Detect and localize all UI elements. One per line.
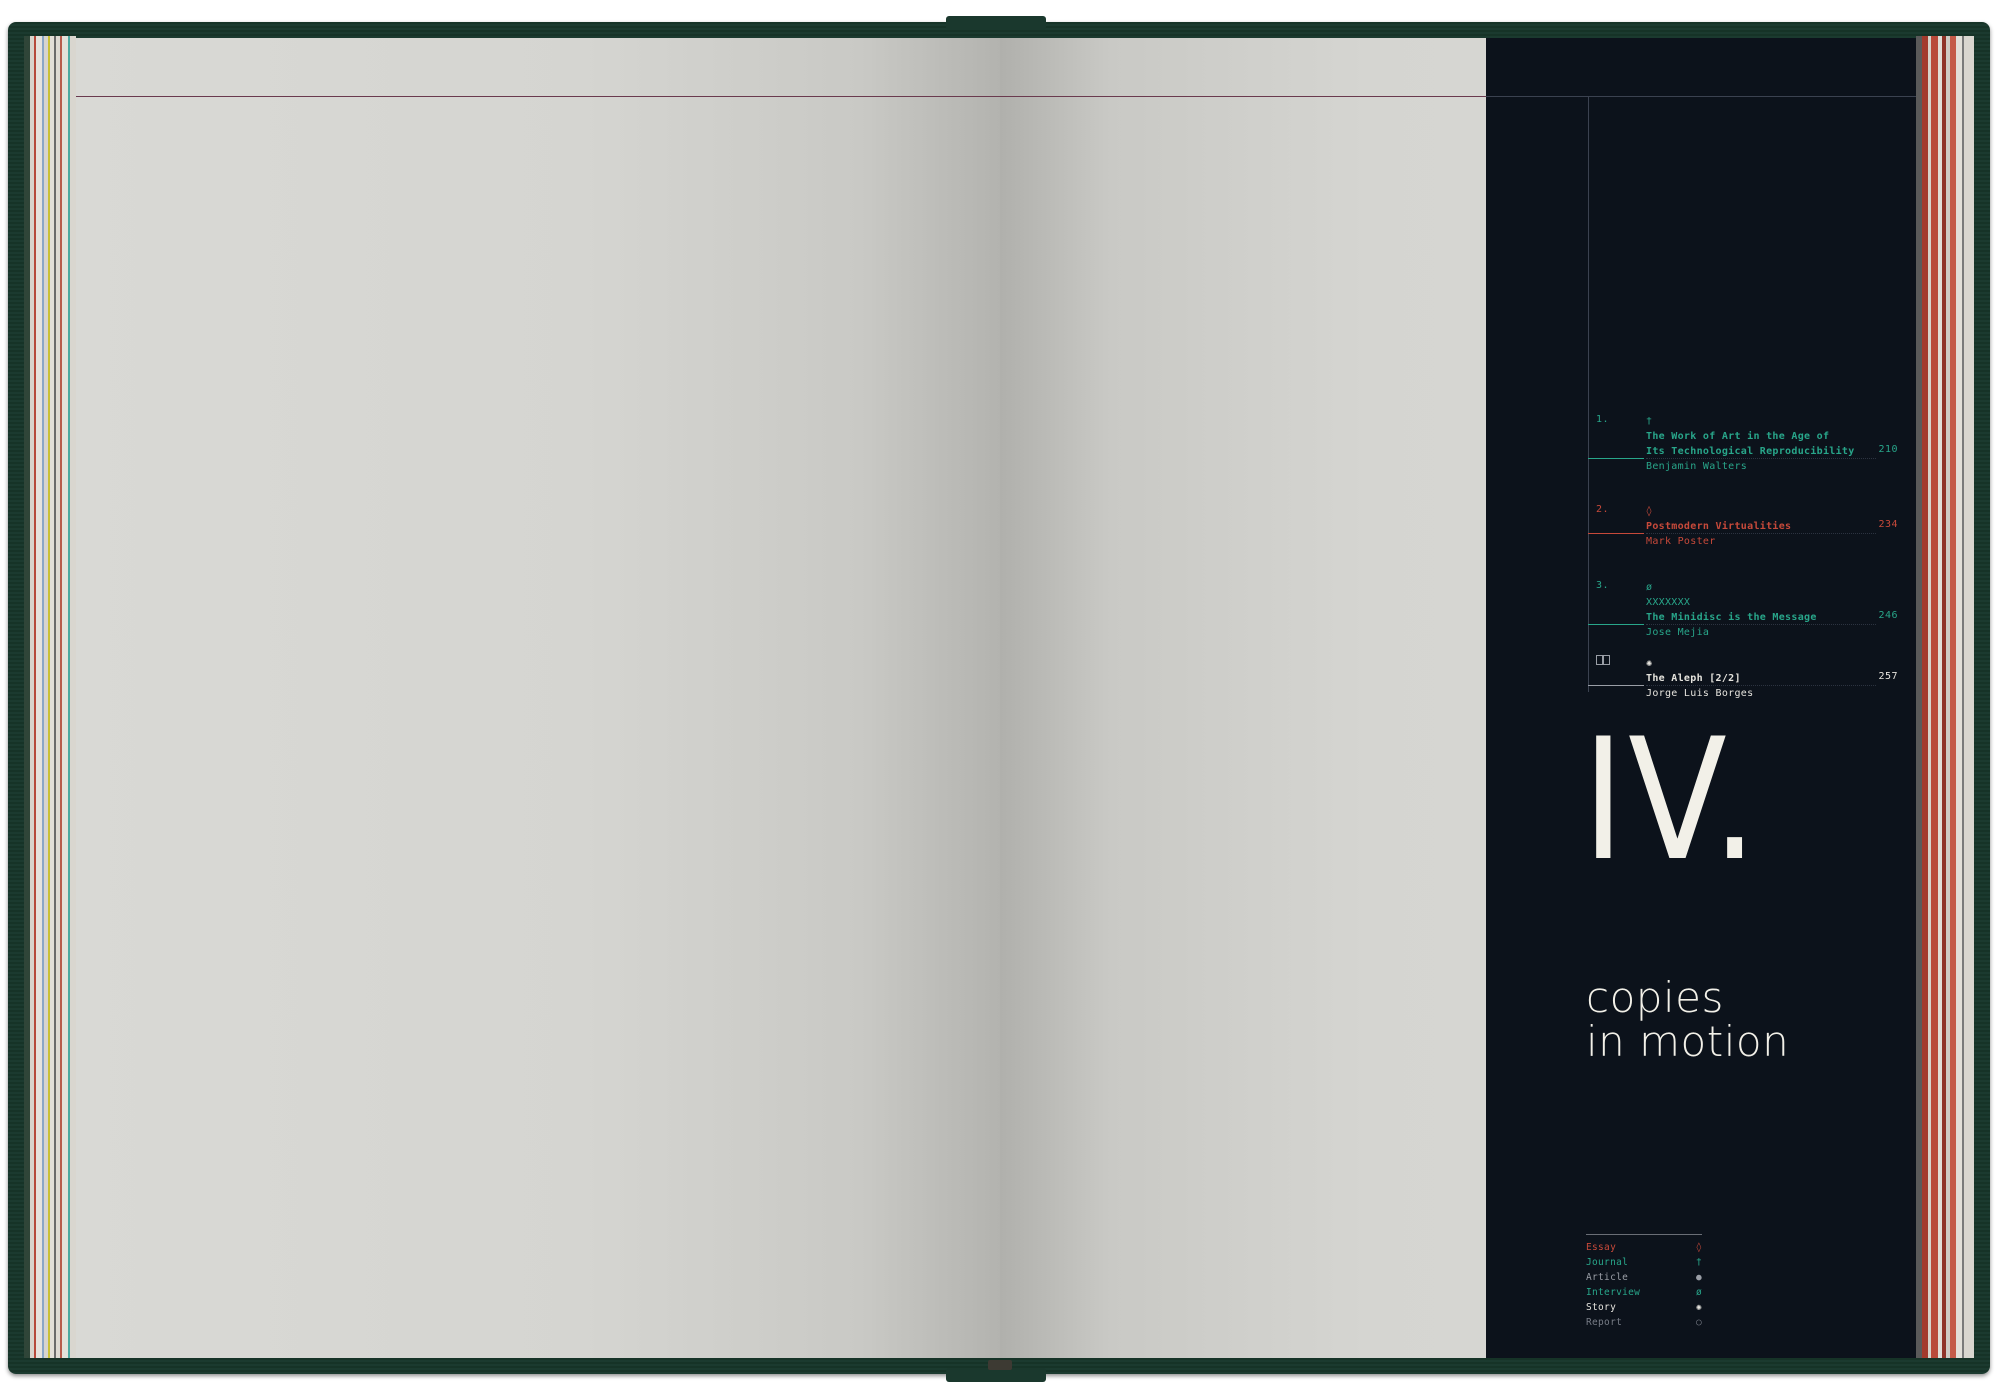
toc-entry-1[interactable]: 1. † The Work of Art in the Age of Its T…	[1588, 414, 1898, 488]
legend-item-article: Article ●	[1586, 1272, 1702, 1286]
toc-entry-page: 210	[1878, 444, 1898, 455]
toc-entry-text: † The Work of Art in the Age of Its Tech…	[1646, 414, 1856, 474]
legend-label: Story	[1586, 1302, 1617, 1313]
toc-entry-marker	[1588, 533, 1644, 534]
toc-entry-4[interactable]: ✺ The Aleph [2/2] Jorge Luis Borges 257	[1588, 655, 1898, 701]
right-page: 1. † The Work of Art in the Age of Its T…	[1000, 38, 1916, 1358]
diamond-icon: ◊	[1695, 1242, 1702, 1253]
toc-entry-marker	[1588, 624, 1644, 625]
toc-entry-title-line: The Work of Art in the Age of	[1646, 431, 1830, 442]
legend-item-interview: Interview ø	[1586, 1287, 1702, 1301]
open-book-icon	[1596, 655, 1610, 668]
toc-entry-page: 257	[1878, 671, 1898, 682]
toc-entry-author: Mark Poster	[1646, 536, 1716, 547]
toc-entry-marker	[1588, 458, 1644, 459]
cover-notch-bottom	[946, 1368, 1046, 1382]
toc-entry-page: 246	[1878, 610, 1898, 621]
panel-top-rule	[1486, 96, 1916, 97]
toc-entry-author: Benjamin Walters	[1646, 461, 1748, 472]
toc-entry-leader	[1646, 533, 1876, 535]
toc-entry-number: 1.	[1596, 414, 1610, 425]
legend-rule	[1586, 1234, 1702, 1235]
bookmark-ribbon	[988, 1360, 1012, 1370]
toc-entry-symbol: ◊	[1646, 506, 1653, 517]
toc-entry-leader	[1646, 685, 1876, 687]
page-edges-left	[24, 36, 76, 1358]
chapter-panel: 1. † The Work of Art in the Age of Its T…	[1486, 38, 1916, 1358]
chapter-subtitle-line: copies	[1586, 973, 1724, 1022]
toc-entry-author: Jose Mejia	[1646, 627, 1710, 638]
legend-label: Report	[1586, 1317, 1623, 1328]
left-page	[76, 38, 1000, 1358]
chapter-number: IV.	[1582, 702, 1762, 898]
right-page-rule	[1000, 96, 1486, 97]
toc-entry-text: ◊ Postmodern Virtualities Mark Poster	[1646, 504, 1856, 549]
toc-entry-page: 234	[1878, 519, 1898, 530]
toc-entry-marker	[1588, 685, 1644, 686]
toc-entry-leader	[1646, 458, 1876, 460]
starburst-icon: ✺	[1695, 1302, 1702, 1313]
legend-label: Journal	[1586, 1257, 1629, 1268]
chapter-subtitle: copies in motion	[1586, 976, 1789, 1064]
legend-label: Interview	[1586, 1287, 1641, 1298]
toc-entry-2[interactable]: 2. ◊ Postmodern Virtualities Mark Poster…	[1588, 504, 1898, 548]
toc-entry-leader	[1646, 624, 1876, 626]
toc-entry-symbol: †	[1646, 416, 1653, 427]
legend-item-report: Report ○	[1586, 1317, 1702, 1331]
toc-entry-symbol: ø	[1646, 582, 1653, 593]
toc-entry-number: 3.	[1596, 580, 1610, 591]
toc-entry-number: 2.	[1596, 504, 1610, 515]
toc-entry-title-line: Postmodern Virtualities	[1646, 521, 1792, 532]
legend-label: Article	[1586, 1272, 1629, 1283]
toc-entry-title-line: The Aleph [2/2]	[1646, 673, 1741, 684]
toc-entry-symbol: ✺	[1646, 658, 1653, 669]
toc-entry-3[interactable]: 3. ø XXXXXXX The Minidisc is the Message…	[1588, 580, 1898, 640]
filled-circle-icon: ●	[1695, 1272, 1702, 1283]
chapter-subtitle-line: in motion	[1586, 1017, 1790, 1066]
legend-item-story: Story ✺	[1586, 1302, 1702, 1316]
legend-item-journal: Journal †	[1586, 1257, 1702, 1271]
book-spread: 1. † The Work of Art in the Age of Its T…	[0, 0, 2000, 1398]
toc-entry-title-line: Its Technological Reproducibility	[1646, 446, 1855, 457]
legend-label: Essay	[1586, 1242, 1617, 1253]
legend-item-essay: Essay ◊	[1586, 1242, 1702, 1256]
toc-entry-author: Jorge Luis Borges	[1646, 688, 1754, 699]
empty-circle-icon: ○	[1695, 1317, 1702, 1328]
cover-notch-top	[946, 16, 1046, 30]
dagger-icon: †	[1695, 1257, 1702, 1268]
toc-entry-text: ø XXXXXXX The Minidisc is the Message Jo…	[1646, 580, 1856, 640]
toc-entry-tag: XXXXXXX	[1646, 597, 1691, 608]
slashed-o-icon: ø	[1695, 1287, 1702, 1298]
left-page-rule	[76, 96, 1000, 97]
toc-entry-title-line: The Minidisc is the Message	[1646, 612, 1817, 623]
page-edges-right	[1916, 36, 1974, 1358]
toc-entry-text: ✺ The Aleph [2/2] Jorge Luis Borges	[1646, 656, 1856, 701]
